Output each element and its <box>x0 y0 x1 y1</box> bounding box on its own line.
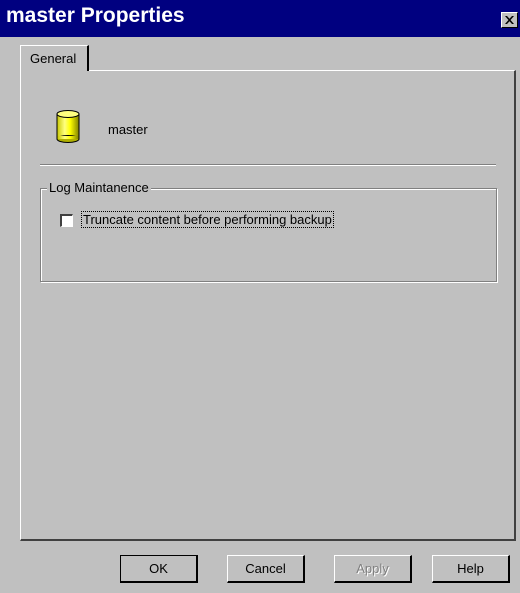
help-button[interactable]: Help <box>432 555 510 583</box>
window-title: master Properties <box>6 4 185 27</box>
ok-button[interactable]: OK <box>120 555 198 583</box>
properties-dialog: master Properties General master Log Mai… <box>0 0 520 593</box>
cancel-button[interactable]: Cancel <box>227 555 305 583</box>
tab-general[interactable]: General <box>20 45 89 71</box>
apply-button[interactable]: Apply <box>334 555 412 583</box>
tab-general-label: General <box>30 51 77 66</box>
title-bar[interactable]: master Properties <box>0 0 520 37</box>
close-icon <box>505 16 514 24</box>
tab-panel-general <box>20 70 516 541</box>
close-button[interactable] <box>501 12 518 28</box>
